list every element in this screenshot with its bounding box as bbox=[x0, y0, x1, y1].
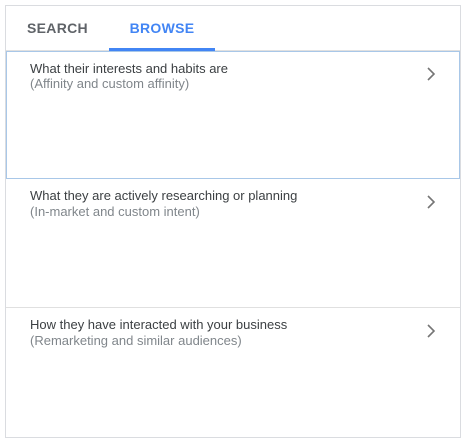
row-subtitle: (Remarketing and similar audiences) bbox=[30, 333, 242, 348]
chevron-right-icon bbox=[427, 324, 436, 338]
row-title: How they have interacted with your busin… bbox=[30, 317, 288, 332]
browse-row-interacted-business[interactable]: How they have interacted with your busin… bbox=[6, 308, 460, 439]
browse-row-interests-habits[interactable]: What their interests and habits are (Aff… bbox=[6, 51, 460, 179]
row-title: What their interests and habits are bbox=[30, 61, 228, 76]
row-subtitle: (Affinity and custom affinity) bbox=[30, 76, 190, 91]
row-title: What they are actively researching or pl… bbox=[30, 188, 298, 203]
chevron-right-icon bbox=[427, 195, 436, 209]
audience-browse-panel: SEARCH BROWSE What their interests and h… bbox=[5, 5, 461, 438]
tab-browse[interactable]: BROWSE bbox=[109, 6, 215, 50]
browse-row-researching-planning[interactable]: What they are actively researching or pl… bbox=[6, 179, 460, 308]
chevron-right-icon bbox=[427, 67, 436, 81]
tab-search[interactable]: SEARCH bbox=[6, 6, 109, 50]
tab-bar: SEARCH BROWSE bbox=[6, 6, 460, 51]
row-subtitle: (In-market and custom intent) bbox=[30, 204, 200, 219]
